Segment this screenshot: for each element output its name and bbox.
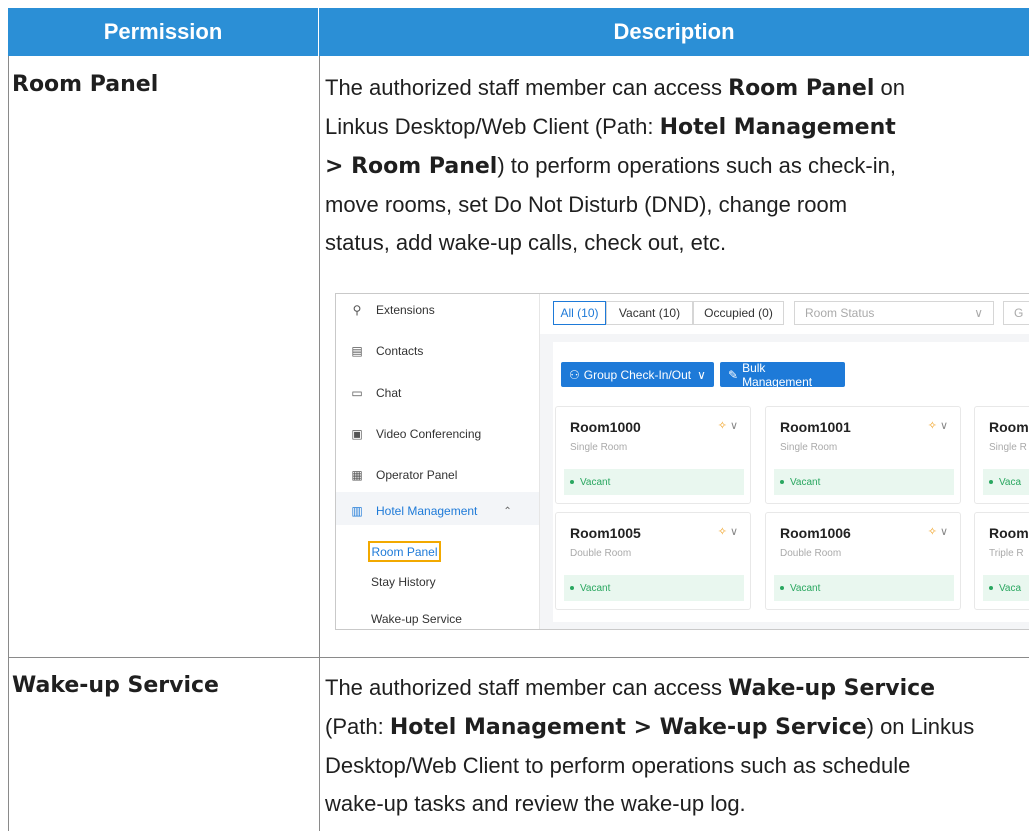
tab-vacant[interactable]: Vacant (10) (606, 301, 693, 325)
sidebar-item-video-conferencing[interactable]: ▣ Video Conferencing (350, 424, 481, 444)
room-card[interactable]: Room Single R Vaca (974, 406, 1029, 504)
broom-icon[interactable]: ✧ ∨ (718, 419, 738, 432)
broom-icon[interactable]: ✧ ∨ (718, 525, 738, 538)
chat-icon: ▭ (351, 386, 363, 400)
video-conferencing-icon: ▣ (351, 427, 363, 441)
room-card[interactable]: Room1000 ✧ ∨ Single Room Vacant (555, 406, 751, 504)
sidebar-item-contacts[interactable]: ▤ Contacts (350, 341, 423, 361)
room-name: Room1001 (780, 419, 851, 435)
chevron-down-icon: ∨ (974, 306, 983, 320)
chevron-up-icon: ⌃ (503, 505, 512, 517)
room-panel: ⚇ Group Check-In/Out ∨ ✎ Bulk Management… (553, 342, 1029, 622)
room-name: Room1006 (780, 525, 851, 541)
permission-wake-up-service: Wake-up Service (12, 673, 219, 698)
room-name: Room (989, 419, 1029, 435)
extensions-icon: ⚲ (352, 303, 362, 317)
status-badge: Vaca (983, 575, 1029, 601)
room-name: Room1000 (570, 419, 641, 435)
status-badge: Vacant (564, 575, 744, 601)
row-divider (8, 657, 1029, 658)
sidebar: ⚲ Extensions ▤ Contacts ▭ Chat ▣ Video Confe… (336, 294, 540, 629)
hotel-management-icon: ▥ (351, 504, 363, 518)
group-check-in-out-button[interactable]: ⚇ Group Check-In/Out ∨ (561, 362, 714, 387)
status-badge: Vacant (564, 469, 744, 495)
sidebar-sub-room-panel[interactable]: Room Panel (368, 541, 441, 562)
broom-icon[interactable]: ✧ ∨ (928, 419, 948, 432)
room-card[interactable]: Room1005 ✧ ∨ Double Room Vacant (555, 512, 751, 610)
contacts-icon: ▤ (351, 344, 363, 358)
bulk-management-button[interactable]: ✎ Bulk Management (720, 361, 845, 389)
sidebar-item-chat[interactable]: ▭ Chat (350, 383, 401, 403)
sidebar-item-hotel-management[interactable]: ▥ Hotel Management ⌃ (350, 501, 512, 521)
group-icon: ⚇ (569, 367, 580, 382)
room-name: Room1005 (570, 525, 641, 541)
room-type: Double Room (570, 548, 632, 559)
chevron-down-icon: ∨ (939, 420, 948, 432)
chevron-down-icon: ∨ (697, 367, 706, 382)
tab-all[interactable]: All (10) (553, 301, 606, 325)
broom-icon[interactable]: ✧ ∨ (928, 525, 948, 538)
permission-room-panel: Room Panel (12, 72, 159, 97)
table-border-left (8, 56, 9, 831)
room-status-select[interactable]: Room Status ∨ (794, 301, 994, 325)
status-badge: Vacant (774, 575, 954, 601)
sidebar-sub-wake-up-service[interactable]: Wake-up Service (371, 612, 462, 626)
chevron-down-icon: ∨ (729, 420, 738, 432)
header-permission: Permission (8, 8, 319, 56)
sidebar-item-extensions[interactable]: ⚲ Extensions (350, 300, 435, 320)
description-room-panel: The authorized staff member can access R… (325, 75, 905, 255)
room-panel-screenshot: ⚲ Extensions ▤ Contacts ▭ Chat ▣ Video Confe… (335, 293, 1029, 630)
sidebar-item-operator-panel[interactable]: ▦ Operator Panel (350, 465, 457, 485)
room-type: Single Room (780, 442, 838, 453)
room-card[interactable]: Room1001 ✧ ∨ Single Room Vacant (765, 406, 961, 504)
sidebar-sub-stay-history[interactable]: Stay History (371, 575, 436, 589)
room-type: Single R (989, 442, 1027, 453)
status-badge: Vacant (774, 469, 954, 495)
room-type: Double Room (780, 548, 842, 559)
operator-panel-icon: ▦ (351, 468, 363, 482)
room-card[interactable]: Room Triple R Vaca (974, 512, 1029, 610)
status-badge: Vaca (983, 469, 1029, 495)
room-name: Room (989, 525, 1029, 541)
room-card[interactable]: Room1006 ✧ ∨ Double Room Vacant (765, 512, 961, 610)
chevron-down-icon: ∨ (939, 526, 948, 538)
table-divider (319, 56, 320, 831)
header-description: Description (319, 8, 1029, 56)
main-area: All (10) Vacant (10) Occupied (0) Room S… (540, 294, 1029, 629)
filter-bar: All (10) Vacant (10) Occupied (0) Room S… (540, 294, 1029, 334)
edit-icon: ✎ (728, 367, 739, 382)
room-type: Single Room (570, 442, 628, 453)
description-wake-up-service: The authorized staff member can access W… (325, 675, 975, 816)
tab-occupied[interactable]: Occupied (0) (693, 301, 784, 325)
chevron-down-icon: ∨ (729, 526, 738, 538)
room-type: Triple R (989, 548, 1024, 559)
second-filter-select[interactable]: G (1003, 301, 1029, 325)
